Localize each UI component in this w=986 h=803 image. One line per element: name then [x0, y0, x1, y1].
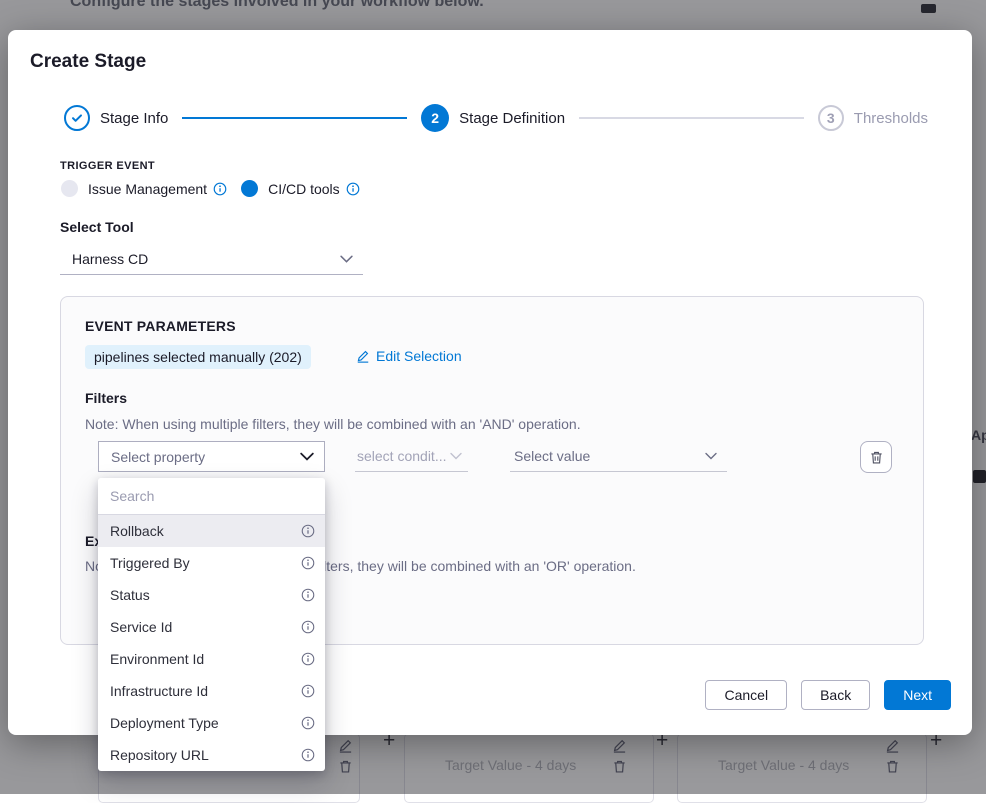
dropdown-option-environment-id[interactable]: Environment Id: [98, 643, 325, 675]
tool-select-value: Harness CD: [72, 251, 148, 267]
step-number: 2: [421, 104, 449, 132]
dropdown-option-label: Status: [110, 587, 150, 603]
dialog-title: Create Stage: [30, 51, 146, 73]
dropdown-option-rollback[interactable]: Rollback: [98, 515, 325, 547]
step-stage-definition[interactable]: 2 Stage Definition: [421, 104, 565, 132]
dialog-footer: Cancel Back Next: [705, 680, 951, 710]
delete-filter-button[interactable]: [860, 441, 892, 473]
cancel-button[interactable]: Cancel: [705, 680, 787, 710]
tool-select[interactable]: Harness CD: [60, 244, 363, 275]
info-icon[interactable]: [346, 182, 360, 196]
chevron-down-icon: [450, 452, 462, 460]
dropdown-option-label: Triggered By: [110, 555, 190, 571]
select-tool-label: Select Tool: [60, 219, 134, 235]
filter-value-select[interactable]: Select value: [510, 441, 727, 472]
filter-condition-placeholder: select condit...: [357, 448, 447, 464]
filter-row: Select property select condit... Select …: [61, 441, 923, 473]
filter-property-select[interactable]: Select property: [98, 441, 325, 472]
pencil-icon: [356, 349, 370, 363]
step-label: Stage Definition: [459, 110, 565, 127]
wizard-stepper: Stage Info 2 Stage Definition 3 Threshol…: [64, 104, 928, 132]
property-dropdown-menu: Rollback Triggered By Status Service Id …: [98, 478, 325, 771]
filter-value-placeholder: Select value: [514, 448, 590, 464]
chevron-down-icon: [705, 452, 717, 460]
step-number: 3: [818, 105, 844, 131]
radio-issue-management[interactable]: [61, 180, 78, 197]
filter-condition-select[interactable]: select condit...: [355, 441, 468, 472]
dropdown-option-service-id[interactable]: Service Id: [98, 611, 325, 643]
dropdown-option-label: Service Id: [110, 619, 172, 635]
edit-selection-label: Edit Selection: [376, 348, 462, 364]
dropdown-option-infrastructure-id[interactable]: Infrastructure Id: [98, 675, 325, 707]
trigger-event-label: TRIGGER EVENT: [60, 160, 155, 172]
info-icon[interactable]: [301, 652, 315, 666]
dropdown-search-input[interactable]: [98, 478, 325, 515]
dropdown-option-deployment-type[interactable]: Deployment Type: [98, 707, 325, 739]
radio-label: CI/CD tools: [268, 181, 340, 197]
create-stage-dialog: Create Stage Stage Info 2 Stage Definiti…: [8, 30, 972, 735]
back-button[interactable]: Back: [801, 680, 870, 710]
dropdown-option-label: Environment Id: [110, 651, 204, 667]
filters-title: Filters: [85, 390, 127, 406]
edit-selection-link[interactable]: Edit Selection: [356, 348, 462, 364]
trigger-event-options: Issue Management CI/CD tools: [61, 180, 374, 197]
radio-cicd-tools[interactable]: [241, 180, 258, 197]
step-label: Thresholds: [854, 110, 928, 127]
stepper-connector: [579, 117, 804, 119]
event-parameters-panel: EVENT PARAMETERS pipelines selected manu…: [60, 296, 924, 645]
step-stage-info[interactable]: Stage Info: [64, 105, 168, 131]
dropdown-option-repository-url[interactable]: Repository URL: [98, 739, 325, 771]
step-thresholds[interactable]: 3 Thresholds: [818, 105, 928, 131]
next-button[interactable]: Next: [884, 680, 951, 710]
info-icon[interactable]: [301, 588, 315, 602]
filters-note: Note: When using multiple filters, they …: [85, 416, 581, 432]
info-icon[interactable]: [301, 556, 315, 570]
pipelines-selection-text: pipelines selected manually (202): [85, 345, 311, 369]
dropdown-option-triggered-by[interactable]: Triggered By: [98, 547, 325, 579]
step-label: Stage Info: [100, 110, 168, 127]
radio-label: Issue Management: [88, 181, 207, 197]
dropdown-option-label: Repository URL: [110, 747, 209, 763]
dropdown-option-label: Infrastructure Id: [110, 683, 208, 699]
trash-icon: [869, 450, 884, 465]
info-icon[interactable]: [301, 684, 315, 698]
stepper-connector: [182, 117, 407, 119]
dropdown-option-label: Rollback: [110, 523, 164, 539]
dropdown-option-label: Deployment Type: [110, 715, 219, 731]
filter-property-placeholder: Select property: [111, 449, 205, 465]
info-icon[interactable]: [301, 716, 315, 730]
chevron-down-icon: [300, 452, 314, 461]
info-icon[interactable]: [301, 620, 315, 634]
info-icon[interactable]: [301, 748, 315, 762]
panel-title: EVENT PARAMETERS: [85, 318, 236, 334]
info-icon[interactable]: [213, 182, 227, 196]
dropdown-option-status[interactable]: Status: [98, 579, 325, 611]
step-complete-icon: [64, 105, 90, 131]
info-icon[interactable]: [301, 524, 315, 538]
chevron-down-icon: [340, 255, 353, 263]
